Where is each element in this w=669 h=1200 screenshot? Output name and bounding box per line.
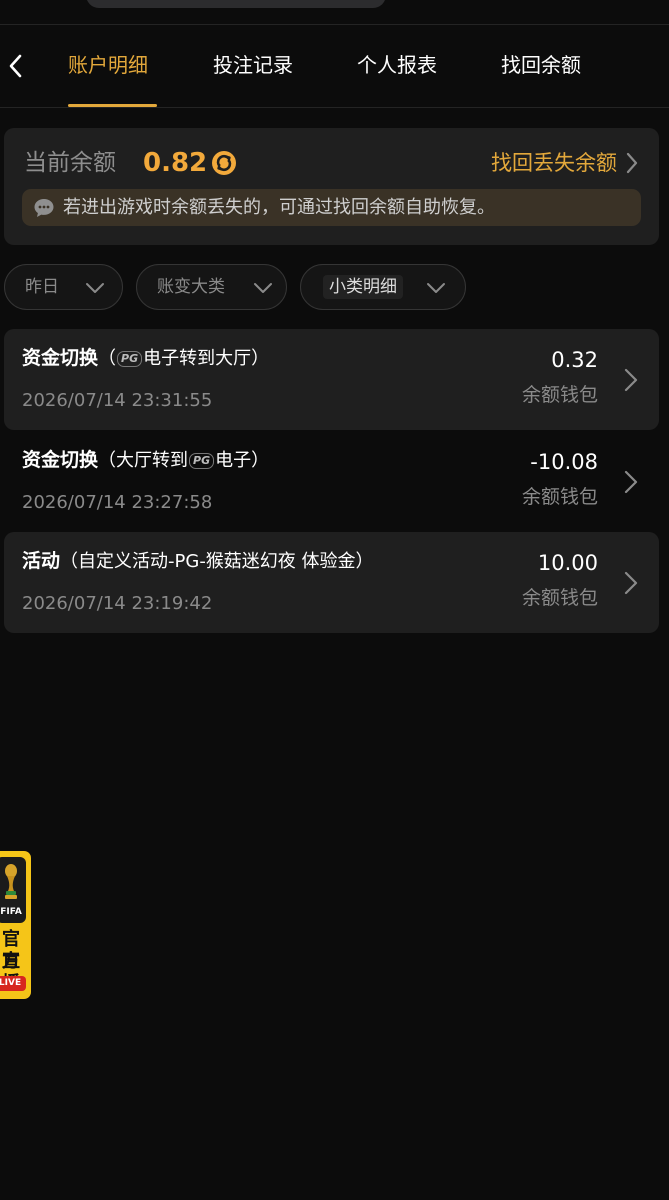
list-item[interactable]: 资金切换（ PG 电子转到大厅） 2026/07/14 23:31:55 0.32 …: [4, 329, 659, 430]
record-type: 资金切换: [22, 347, 99, 369]
trophy-icon: [5, 864, 17, 899]
list-item[interactable]: 资金切换（大厅转到 PG 电子） 2026/07/14 23:27:58 -10.0…: [4, 431, 659, 532]
badge-logo-panel: FIFA: [0, 857, 26, 923]
record-title: 活动（自定义活动-PG-猴菇迷幻夜 体验金）: [22, 548, 374, 575]
record-type: 活动: [22, 550, 61, 572]
record-time: 2026/07/14 23:31:55: [22, 390, 213, 411]
tab-recover-balance[interactable]: 找回余额: [501, 51, 581, 79]
category-filter-label: 账变大类: [157, 277, 225, 297]
chevron-right-icon: [624, 470, 638, 494]
active-tab-indicator: [68, 104, 157, 107]
record-wallet: 余额钱包: [521, 384, 598, 406]
record-amount: 10.00: [537, 551, 598, 575]
recover-lost-balance-link[interactable]: 找回丢失余额: [491, 146, 639, 180]
balance-value: 0.82: [143, 148, 208, 178]
pg-logo: PG: [117, 351, 143, 367]
date-filter-label: 昨日: [25, 277, 59, 297]
chat-bubble-icon: [31, 195, 57, 221]
chevron-right-icon: [624, 571, 638, 595]
record-time: 2026/07/14 23:27:58: [22, 492, 213, 513]
tab-bet-records[interactable]: 投注记录: [213, 51, 293, 79]
record-time: 2026/07/14 23:19:42: [22, 593, 213, 614]
date-filter-dropdown[interactable]: 昨日: [4, 264, 123, 310]
record-detail-prefix: （自定义活动-PG-猴菇迷幻夜 体验金）: [60, 551, 374, 572]
recover-lost-balance-label: 找回丢失余额: [491, 151, 617, 175]
subcategory-filter-dropdown[interactable]: 小类明细: [300, 264, 466, 310]
chevron-down-icon: [86, 283, 104, 293]
chevron-right-icon: [626, 152, 638, 174]
tab-personal-report[interactable]: 个人报表: [357, 51, 437, 79]
official-live-float-button[interactable]: FIFA 官方 直播 LIVE: [0, 851, 31, 999]
record-detail-suffix: 电子）: [215, 450, 270, 471]
back-button[interactable]: [2, 53, 28, 79]
record-title: 资金切换（大厅转到 PG 电子）: [22, 447, 269, 474]
record-amount: -10.08: [530, 450, 598, 474]
record-amount: 0.32: [551, 348, 598, 372]
tab-account-details[interactable]: 账户明细: [68, 51, 148, 79]
category-filter-dropdown[interactable]: 账变大类: [136, 264, 287, 310]
chevron-down-icon: [254, 283, 272, 293]
top-search-pill: [86, 0, 386, 8]
record-detail-suffix: 电子转到大厅）: [143, 348, 270, 369]
chevron-left-icon: [9, 54, 22, 78]
chevron-right-icon: [624, 368, 638, 392]
badge-fifa-text: FIFA: [0, 907, 22, 917]
record-type: 资金切换: [22, 449, 99, 471]
refresh-icon[interactable]: [210, 149, 238, 177]
record-wallet: 余额钱包: [521, 486, 598, 508]
tab-bar: 账户明细 投注记录 个人报表 找回余额: [0, 25, 669, 108]
chevron-down-icon: [427, 283, 445, 293]
balance-card: 当前余额 0.82 找回丢失余额 若进出游戏时余额丢失的，可通过找回余额自助恢复…: [4, 128, 659, 245]
subcategory-filter-label: 小类明细: [323, 275, 403, 299]
record-wallet: 余额钱包: [521, 587, 598, 609]
pg-logo: PG: [189, 453, 215, 469]
recover-tip-banner: 若进出游戏时余额丢失的，可通过找回余额自助恢复。: [22, 189, 641, 226]
record-detail-prefix: （大厅转到: [98, 450, 189, 471]
live-badge: LIVE: [0, 976, 26, 991]
record-detail-prefix: （: [98, 348, 117, 369]
tip-text: 若进出游戏时余额丢失的，可通过找回余额自助恢复。: [63, 196, 495, 218]
record-title: 资金切换（ PG 电子转到大厅）: [22, 345, 269, 372]
balance-label: 当前余额: [24, 150, 116, 176]
list-item[interactable]: 活动（自定义活动-PG-猴菇迷幻夜 体验金） 2026/07/14 23:19:…: [4, 532, 659, 633]
